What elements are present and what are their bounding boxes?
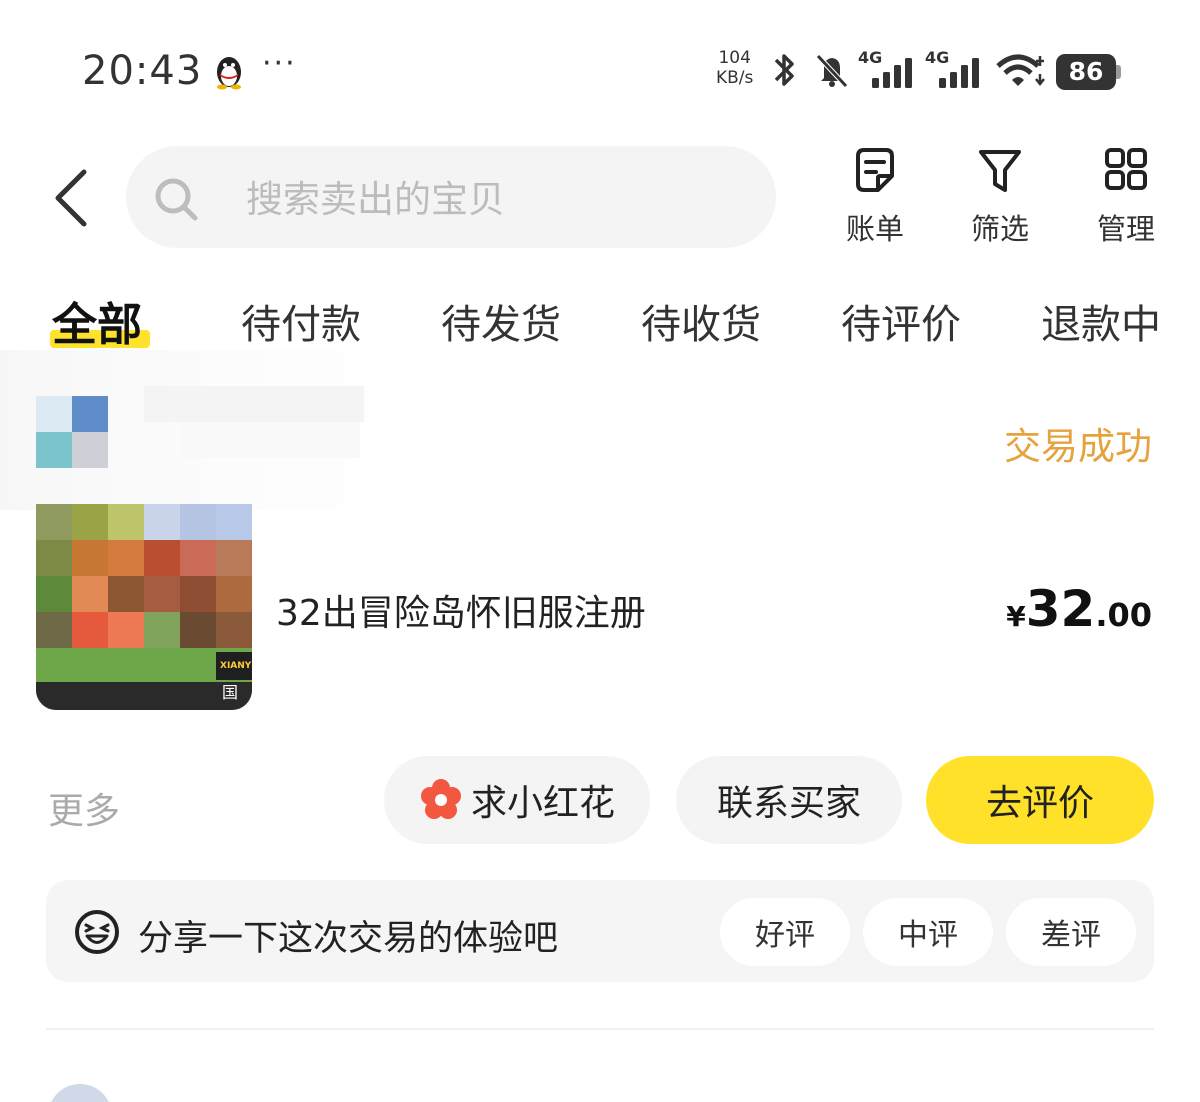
bill-icon bbox=[856, 148, 894, 192]
net-speed-value: 104 bbox=[718, 48, 751, 68]
manage-label: 管理 bbox=[1096, 212, 1155, 246]
tab-pending-receipt[interactable]: 待收货 bbox=[641, 292, 761, 350]
tab-pending-payment[interactable]: 待付款 bbox=[241, 292, 361, 350]
flower-button[interactable]: 求小红花 bbox=[384, 756, 650, 844]
image-text-2: 国 bbox=[222, 683, 238, 702]
more-dots: ··· bbox=[262, 46, 297, 81]
bill-label: 账单 bbox=[845, 212, 904, 246]
tab-pending-shipment[interactable]: 待发货 bbox=[441, 292, 561, 350]
bad-review-button[interactable]: 差评 bbox=[1006, 898, 1136, 966]
price-integer: 32 bbox=[1025, 580, 1096, 638]
next-order-avatar bbox=[48, 1084, 112, 1102]
divider bbox=[46, 1028, 1154, 1030]
bluetooth-icon bbox=[774, 54, 794, 86]
tab-refunding[interactable]: 退款中 bbox=[1041, 292, 1161, 350]
more-button[interactable]: 更多 bbox=[48, 782, 120, 834]
signal-icon bbox=[939, 58, 979, 88]
bill-button[interactable]: 账单 bbox=[830, 146, 920, 248]
search-input[interactable] bbox=[246, 174, 746, 224]
wifi-icon bbox=[996, 54, 1045, 87]
grid-icon bbox=[1105, 148, 1147, 190]
buyer-info-blurred bbox=[0, 350, 560, 510]
filter-button[interactable]: 筛选 bbox=[955, 146, 1045, 248]
good-review-button[interactable]: 好评 bbox=[720, 898, 850, 966]
order-price: ¥32.00 bbox=[1006, 580, 1152, 638]
product-image[interactable]: XIANY 国 bbox=[36, 504, 252, 710]
tab-all[interactable]: 全部 bbox=[52, 288, 142, 353]
tab-pending-review[interactable]: 待评价 bbox=[841, 292, 961, 350]
product-thumbnail: XIANY 国 bbox=[36, 504, 252, 710]
qq-penguin-icon bbox=[217, 57, 241, 90]
review-prompt-text: 分享一下这次交易的体验吧 bbox=[138, 919, 559, 959]
filter-icon bbox=[979, 150, 1021, 192]
price-decimal: .00 bbox=[1095, 596, 1152, 634]
search-icon bbox=[155, 178, 198, 221]
price-currency: ¥ bbox=[1006, 600, 1026, 633]
flower-label: 求小红花 bbox=[470, 783, 615, 824]
battery-icon: 86 bbox=[1056, 54, 1116, 90]
review-button[interactable]: 去评价 bbox=[926, 756, 1154, 844]
laughing-face-icon bbox=[75, 910, 119, 954]
manage-button[interactable]: 管理 bbox=[1081, 146, 1171, 248]
mute-bell-icon bbox=[816, 54, 848, 88]
flower-icon bbox=[420, 779, 461, 819]
product-title[interactable]: 32出冒险岛怀旧服注册 bbox=[276, 584, 646, 636]
net-speed: 104 KB/s bbox=[716, 48, 753, 88]
neutral-review-button[interactable]: 中评 bbox=[863, 898, 993, 966]
battery-tip bbox=[1116, 65, 1121, 79]
signal-icon bbox=[872, 58, 912, 88]
order-status: 交易成功 bbox=[1004, 425, 1152, 468]
filter-label: 筛选 bbox=[970, 212, 1029, 246]
image-text-1: XIANY bbox=[220, 661, 252, 671]
contact-buyer-button[interactable]: 联系买家 bbox=[676, 756, 902, 844]
status-time: 20:43 bbox=[82, 48, 203, 94]
back-arrow-icon[interactable] bbox=[50, 168, 94, 228]
net-speed-unit: KB/s bbox=[716, 68, 754, 88]
